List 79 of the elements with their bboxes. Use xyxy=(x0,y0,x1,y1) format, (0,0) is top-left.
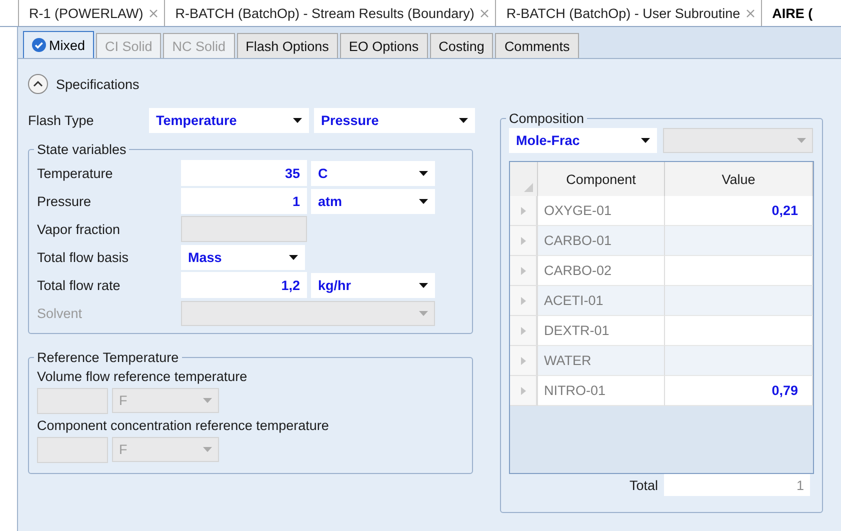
input-field[interactable]: 35 xyxy=(181,160,307,186)
caret-icon xyxy=(419,282,428,288)
group-title: Reference Temperature xyxy=(36,350,180,365)
table-cell: CARBO-01 xyxy=(538,226,665,256)
caret-icon xyxy=(293,118,302,123)
column-header[interactable]: Component xyxy=(538,162,665,196)
caret-icon xyxy=(459,118,468,123)
unit-dropdown[interactable]: atm xyxy=(311,188,435,214)
unit-dropdown[interactable]: kg/hr xyxy=(311,272,435,298)
row-arrow-icon[interactable] xyxy=(520,356,526,364)
column-header[interactable]: Value xyxy=(665,162,813,196)
field-label: Solvent xyxy=(37,306,84,320)
input-field[interactable]: 1 xyxy=(181,188,307,214)
table-cell[interactable] xyxy=(665,226,813,256)
input-field[interactable] xyxy=(37,437,108,463)
table-cell[interactable] xyxy=(665,286,813,316)
corner-icon xyxy=(524,183,533,192)
caret-icon xyxy=(419,170,428,176)
field-label: Vapor fraction xyxy=(37,222,122,236)
field-label: Flash Type xyxy=(28,113,95,128)
close-icon[interactable] xyxy=(149,8,158,18)
row-arrow-icon[interactable] xyxy=(520,296,526,304)
form-tab[interactable]: Mixed xyxy=(23,31,94,58)
field-label: Total flow rate xyxy=(37,278,122,292)
form-tab[interactable]: Flash Options xyxy=(236,33,338,58)
collapse-button[interactable] xyxy=(28,74,48,94)
table-cell: OXYGE-01 xyxy=(538,196,665,226)
form-tab[interactable]: EO Options xyxy=(340,33,428,58)
table-cell[interactable]: 0,21 xyxy=(665,196,813,226)
input-field[interactable] xyxy=(37,388,108,414)
dropdown[interactable]: Pressure xyxy=(314,108,475,133)
row-arrow-icon[interactable] xyxy=(520,386,526,394)
total-field: 1 xyxy=(664,474,810,496)
field-label: Pressure xyxy=(37,194,92,208)
caret-icon xyxy=(419,198,428,204)
table-cell: WATER xyxy=(538,346,665,376)
field-label: Temperature xyxy=(37,166,114,180)
row-arrow-icon[interactable] xyxy=(520,266,526,274)
caret-icon xyxy=(203,447,212,452)
table-cell[interactable] xyxy=(665,256,813,286)
dropdown[interactable] xyxy=(663,128,813,153)
document-tab[interactable]: R-BATCH (BatchOp) - User Subroutine xyxy=(495,0,762,26)
check-circle-icon xyxy=(32,38,46,52)
table-cell: NITRO-01 xyxy=(538,376,665,406)
table-cell: DEXTR-01 xyxy=(538,316,665,346)
table-cell[interactable] xyxy=(665,346,813,376)
table-cell[interactable]: 0,79 xyxy=(665,376,813,406)
dropdown[interactable]: Mass xyxy=(181,244,305,270)
row-arrow-icon[interactable] xyxy=(520,326,526,334)
table-cell[interactable] xyxy=(665,316,813,346)
row-arrow-icon[interactable] xyxy=(520,206,526,214)
document-tab[interactable]: R-BATCH (BatchOp) - Stream Results (Boundary) xyxy=(164,0,496,26)
input-field[interactable]: 1,2 xyxy=(181,272,307,298)
document-tab[interactable]: R-1 (POWERLAW) xyxy=(18,0,164,26)
document-tab[interactable]: AIRE ( xyxy=(761,0,819,26)
total-label: Total xyxy=(629,478,658,492)
unit-dropdown[interactable]: C xyxy=(311,160,435,186)
table-cell: ACETI-01 xyxy=(538,286,665,316)
close-icon[interactable] xyxy=(746,8,756,18)
caret-icon xyxy=(797,138,806,143)
table-cell: CARBO-02 xyxy=(538,256,665,286)
field-label: Total flow basis xyxy=(37,250,130,264)
field-label: Volume flow reference temperature xyxy=(37,369,248,384)
field-label: Component concentration reference temperature xyxy=(37,418,330,433)
row-arrow-icon[interactable] xyxy=(520,236,526,244)
caret-icon xyxy=(419,310,428,316)
close-icon[interactable] xyxy=(480,8,490,18)
caret-icon xyxy=(289,254,298,260)
section-title: Specifications xyxy=(56,76,140,92)
form-tab[interactable]: Costing xyxy=(430,33,494,58)
caret-icon xyxy=(203,398,212,403)
group-title: State variables xyxy=(36,142,128,157)
group-title: Composition xyxy=(508,111,586,126)
chevron-up-icon xyxy=(33,81,43,87)
form-tab[interactable]: Comments xyxy=(495,33,579,58)
dropdown[interactable] xyxy=(181,300,435,326)
caret-icon xyxy=(641,138,650,143)
dropdown[interactable]: Temperature xyxy=(149,108,309,133)
dropdown[interactable]: Mole-Frac xyxy=(509,128,657,153)
